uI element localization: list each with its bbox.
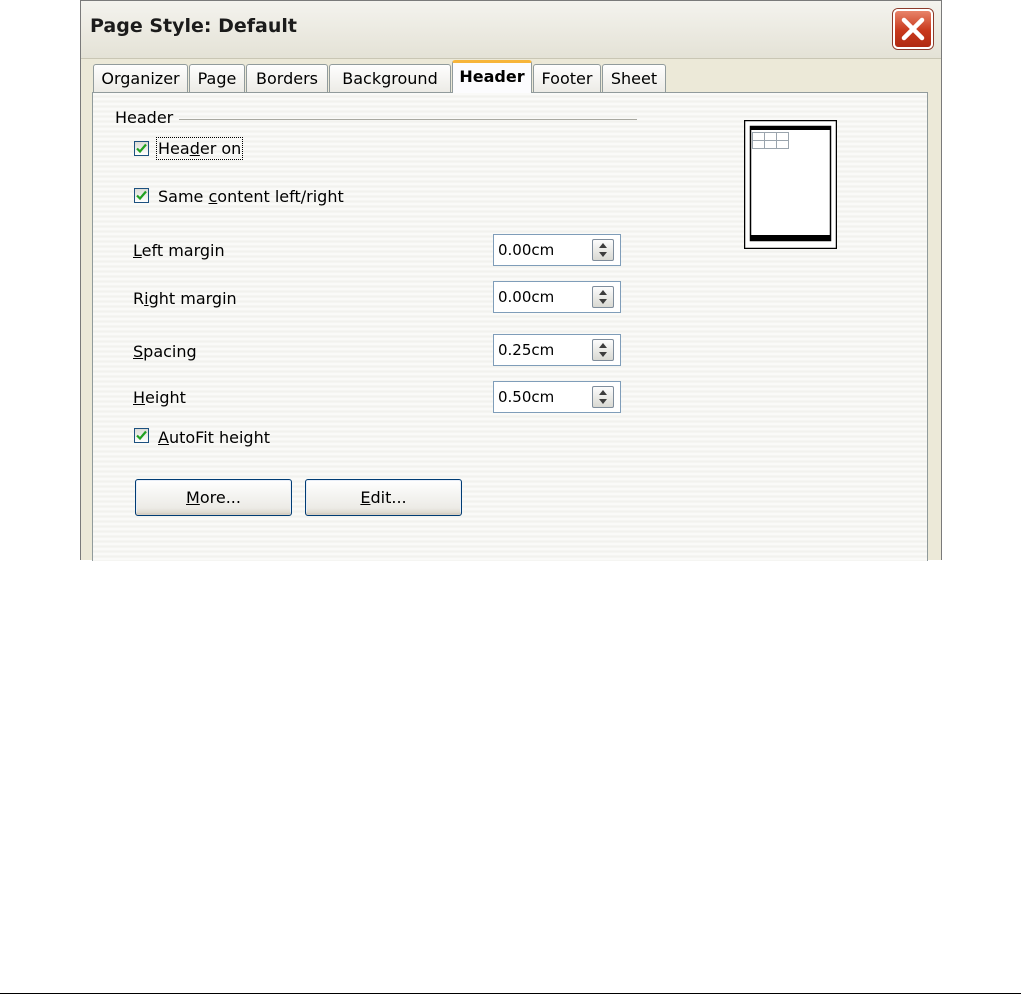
spin-up-icon[interactable] bbox=[593, 287, 613, 297]
tab-header[interactable]: Header bbox=[452, 60, 532, 93]
spin-up-icon[interactable] bbox=[593, 387, 613, 397]
spin-down-icon[interactable] bbox=[593, 350, 613, 360]
edit-button[interactable]: Edit... bbox=[305, 479, 462, 516]
dialog-title: Page Style: Default bbox=[90, 15, 297, 37]
page-bottom-rule bbox=[0, 993, 1021, 994]
height-label: Height bbox=[133, 388, 186, 407]
tab-borders[interactable]: Borders bbox=[246, 64, 328, 92]
left-margin-input[interactable] bbox=[498, 240, 584, 260]
height-spinner[interactable] bbox=[592, 386, 614, 408]
section-title-header: Header bbox=[115, 108, 174, 127]
tab-sheet-label: Sheet bbox=[610, 69, 658, 88]
right-margin-spinner[interactable] bbox=[592, 286, 614, 308]
spacing-input[interactable] bbox=[498, 340, 584, 360]
header-preview-icon bbox=[744, 120, 837, 249]
spin-down-icon[interactable] bbox=[593, 250, 613, 260]
tab-background-label: Background bbox=[342, 69, 438, 88]
tab-background[interactable]: Background bbox=[329, 64, 451, 92]
same-content-label[interactable]: Same content left/right bbox=[158, 187, 344, 206]
tab-organizer-label: Organizer bbox=[101, 69, 180, 88]
header-on-checkbox[interactable] bbox=[134, 141, 149, 156]
checkmark-icon bbox=[136, 430, 147, 441]
tab-organizer[interactable]: Organizer bbox=[93, 64, 188, 92]
tab-page[interactable]: Page bbox=[189, 64, 245, 92]
right-margin-label: Right margin bbox=[133, 289, 237, 308]
left-margin-field[interactable] bbox=[493, 234, 621, 266]
height-input[interactable] bbox=[498, 387, 584, 407]
tab-footer[interactable]: Footer bbox=[533, 64, 601, 92]
spin-down-icon[interactable] bbox=[593, 297, 613, 307]
tab-borders-label: Borders bbox=[256, 69, 318, 88]
title-bar[interactable]: Page Style: Default bbox=[81, 1, 941, 59]
same-content-checkbox[interactable] bbox=[134, 188, 149, 203]
close-button[interactable] bbox=[893, 9, 933, 49]
more-button[interactable]: More... bbox=[135, 479, 292, 516]
spacing-spinner[interactable] bbox=[592, 339, 614, 361]
spin-up-icon[interactable] bbox=[593, 240, 613, 250]
section-divider bbox=[179, 119, 637, 120]
left-margin-label: Left margin bbox=[133, 241, 225, 260]
spacing-field[interactable] bbox=[493, 334, 621, 366]
right-margin-field[interactable] bbox=[493, 281, 621, 313]
autofit-height-checkbox[interactable] bbox=[134, 428, 149, 443]
spin-up-icon[interactable] bbox=[593, 340, 613, 350]
checkmark-icon bbox=[136, 143, 147, 154]
autofit-height-label[interactable]: AutoFit height bbox=[158, 428, 270, 447]
page-style-dialog: Page Style: Default Organizer Page Borde… bbox=[80, 0, 942, 561]
tab-header-label: Header bbox=[459, 67, 525, 86]
tab-page-label: Page bbox=[197, 69, 237, 88]
height-field[interactable] bbox=[493, 381, 621, 413]
header-on-label[interactable]: Header on bbox=[155, 137, 244, 160]
right-margin-input[interactable] bbox=[498, 287, 584, 307]
left-margin-spinner[interactable] bbox=[592, 239, 614, 261]
close-icon bbox=[901, 17, 925, 41]
header-tab-panel: Header Header on Same content left/right… bbox=[92, 92, 928, 561]
tab-footer-label: Footer bbox=[541, 69, 593, 88]
spin-down-icon[interactable] bbox=[593, 397, 613, 407]
checkmark-icon bbox=[136, 190, 147, 201]
tab-sheet[interactable]: Sheet bbox=[602, 64, 666, 92]
spacing-label: Spacing bbox=[133, 342, 197, 361]
